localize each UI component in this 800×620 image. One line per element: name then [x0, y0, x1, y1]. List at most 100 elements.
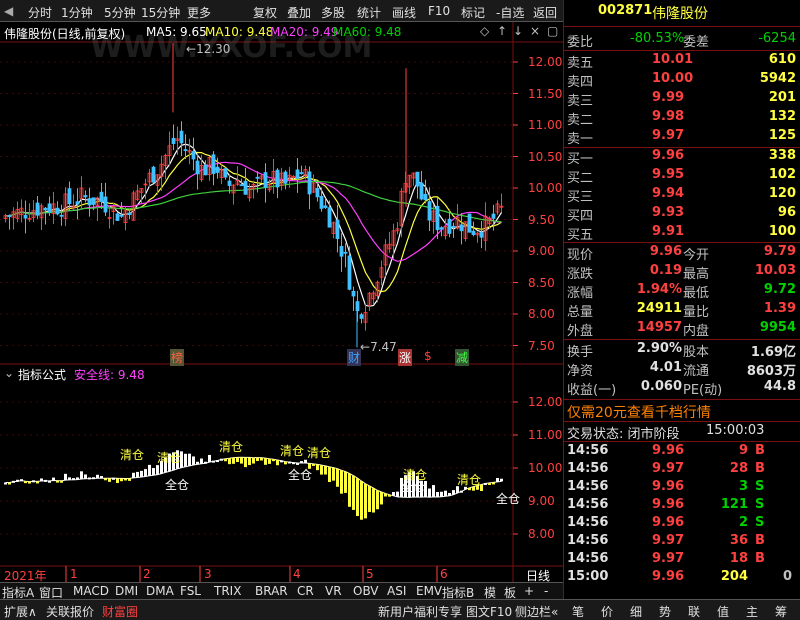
up-arrow-icon[interactable]: ↑ [497, 24, 507, 38]
tab-5min[interactable]: 5分钟 [104, 4, 136, 21]
ma20-label: MA20: 9.49 [270, 25, 339, 39]
tab-fenshi[interactable]: 分时 [28, 4, 52, 21]
f10-graphic-button[interactable]: 图文F10 [466, 603, 512, 620]
indicator-tab[interactable]: MACD [73, 584, 109, 598]
level-price[interactable]: 9.97 [652, 128, 684, 143]
level-price[interactable]: 9.93 [652, 205, 684, 220]
down-arrow-icon[interactable]: ↓ [513, 24, 523, 38]
wealth-circle-button[interactable]: 财富圈 [102, 603, 138, 620]
new-user-promo-link[interactable]: 新用户福利专享 [378, 603, 462, 620]
overlay-button[interactable]: 叠加 [287, 4, 311, 21]
stat-label: 净资 [567, 364, 594, 379]
stat-row: 现价 9.96 今开 9.79 [565, 243, 800, 263]
tick-time: 14:56 [567, 479, 609, 494]
quote-side-tab[interactable]: 价 [601, 603, 613, 620]
stat-value: 24911 [636, 301, 682, 316]
indicator-tab[interactable]: DMA [146, 584, 174, 598]
draw-line-button[interactable]: 画线 [392, 4, 416, 21]
event-limitup-tag[interactable]: 涨 [398, 349, 413, 366]
indicator-tab[interactable]: DMI [115, 584, 138, 598]
f10-button[interactable]: F10 [428, 4, 450, 18]
indicator-tab[interactable]: ASI [387, 584, 406, 598]
kline-chart[interactable]: WWW.YXOF.COM [0, 22, 564, 600]
expand-icon[interactable]: ▢ [547, 24, 558, 38]
diamond-icon[interactable]: ◇ [480, 24, 489, 38]
order-book-row: 买二 9.95 102 [565, 166, 800, 186]
tick-direction: S [755, 479, 765, 494]
indicator-tab[interactable]: EMV [416, 584, 442, 598]
level-price[interactable]: 9.91 [652, 224, 684, 239]
back-button[interactable]: 返回 [533, 4, 557, 21]
stat-row: 总量 24911 量比 1.39 [565, 300, 800, 320]
stat-value: 1.69亿 [750, 345, 796, 360]
add-watchlist-button[interactable]: -自选 [496, 4, 524, 21]
level-label: 卖三 [567, 94, 594, 109]
sidebar-toggle[interactable]: 侧边栏« [515, 603, 558, 620]
level-volume: 610 [768, 52, 796, 67]
tab-more[interactable]: 更多 [187, 4, 211, 21]
level-price[interactable]: 9.95 [652, 167, 684, 182]
weibi-value: -80.53% [630, 31, 685, 46]
event-reduce-tag[interactable]: 减 [455, 349, 470, 366]
level-price[interactable]: 9.99 [652, 90, 684, 105]
event-finance-tag[interactable]: 财 [347, 349, 362, 366]
restore-rights-button[interactable]: 复权 [253, 4, 277, 21]
stat-label: 今开 [683, 248, 710, 263]
quote-side-tab[interactable]: 主 [746, 603, 758, 620]
price-tick: 10.50 [528, 149, 563, 164]
stat-label: 换手 [567, 345, 594, 360]
tick-time: 14:56 [567, 443, 609, 458]
tick-direction: S [755, 515, 765, 530]
stat-value: 0.19 [649, 263, 682, 278]
quote-side-tab[interactable]: 值 [717, 603, 729, 620]
indicator-tab[interactable]: CR [297, 584, 314, 598]
quote-side-tab[interactable]: 笔 [572, 603, 584, 620]
level-price[interactable]: 9.98 [652, 109, 684, 124]
stat-label: 总量 [567, 305, 594, 320]
indicator-tab[interactable]: VR [325, 584, 342, 598]
indicator-menu-icon[interactable]: ⌄ [4, 366, 14, 380]
multi-stock-button[interactable]: 多股 [321, 4, 345, 21]
event-rank-tag[interactable]: 榜 [170, 349, 185, 366]
level-price[interactable]: 10.01 [652, 52, 693, 67]
indicator-tab[interactable]: OBV [353, 584, 379, 598]
stat-label: 涨跌 [567, 267, 594, 282]
clear-position-label: 清仓 [280, 444, 305, 458]
tick-direction: B [755, 533, 765, 548]
tick-price: 9.97 [652, 461, 685, 476]
indicator-tab[interactable]: TRIX [214, 584, 241, 598]
tick-row: 14:56 9.96 121 S [565, 496, 800, 515]
level-label: 买五 [567, 228, 594, 243]
event-dividend-tag[interactable]: $ [424, 349, 432, 363]
indicator-tab[interactable]: - [544, 584, 548, 598]
quote-side-tab[interactable]: 势 [659, 603, 671, 620]
stat-value: 44.8 [763, 379, 796, 394]
order-book-row: 卖五 10.01 610 [565, 51, 800, 71]
level-label: 卖二 [567, 113, 594, 128]
level-price[interactable]: 9.94 [652, 186, 684, 201]
level-price[interactable]: 10.00 [652, 71, 693, 86]
tab-15min[interactable]: 15分钟 [141, 4, 180, 21]
tab-1min[interactable]: 1分钟 [61, 4, 93, 21]
related-quotes-button[interactable]: 关联报价 [46, 603, 94, 620]
stat-label: 最高 [683, 267, 710, 282]
level-volume: 201 [768, 90, 796, 105]
promo-link[interactable]: 仅需20元查看千档行情 [567, 402, 800, 422]
indicator-tab[interactable]: + [524, 584, 534, 598]
nav-arrow-icon[interactable]: ◀ [4, 4, 13, 18]
full-position-label: 全仓 [288, 468, 313, 482]
close-icon[interactable]: × [530, 24, 540, 38]
indicator-tab[interactable]: BRAR [255, 584, 288, 598]
tick-direction: 0 [783, 569, 793, 584]
stats-button[interactable]: 统计 [357, 4, 381, 21]
weicha-label: 委差 [683, 35, 710, 50]
indicator-tab[interactable]: FSL [180, 584, 201, 598]
indicator-title[interactable]: 指标公式 [18, 366, 66, 383]
quote-side-tab[interactable]: 筹 [775, 603, 787, 620]
level-price[interactable]: 9.96 [652, 148, 684, 163]
mark-button[interactable]: 标记 [461, 4, 485, 21]
tick-price: 9.96 [652, 479, 685, 494]
quote-side-tab[interactable]: 联 [688, 603, 700, 620]
quote-side-tab[interactable]: 细 [630, 603, 642, 620]
expand-button[interactable]: 扩展∧ [4, 603, 37, 620]
